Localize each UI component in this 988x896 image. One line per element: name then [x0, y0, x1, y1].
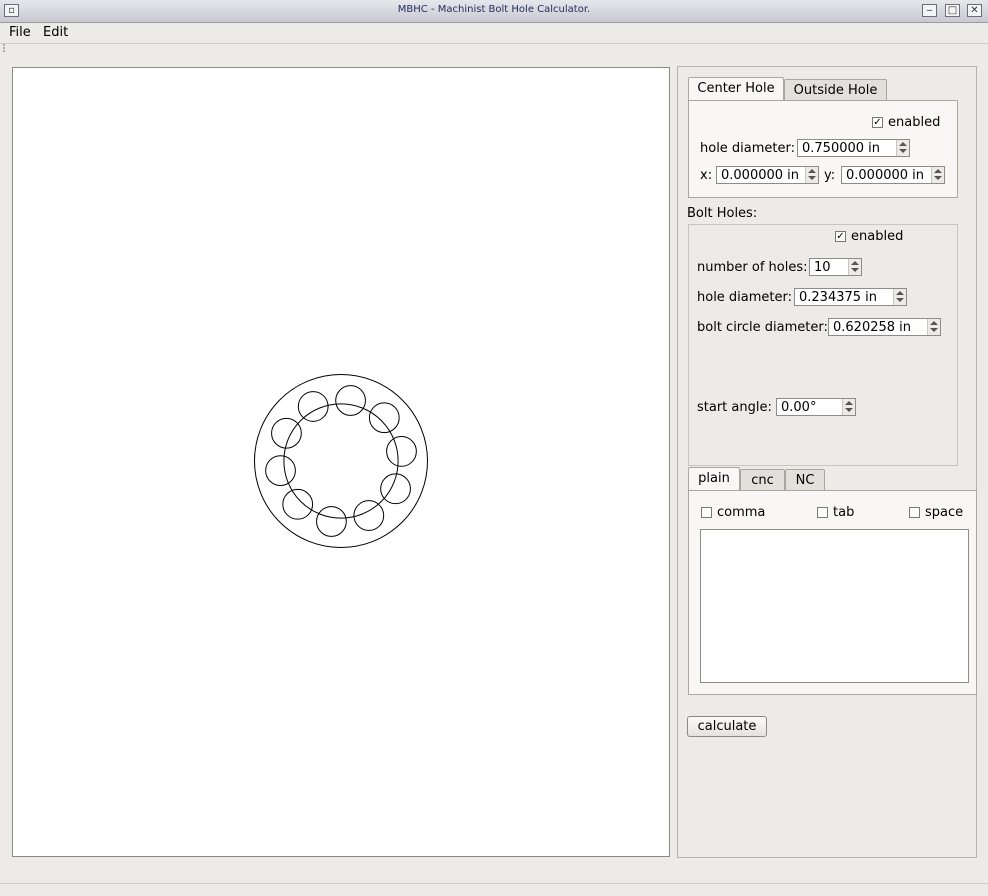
center-y-value: 0.000000 in	[846, 168, 925, 183]
close-icon[interactable]: ✕	[967, 4, 982, 17]
toolbar-grip-icon[interactable]	[3, 44, 13, 52]
center-diameter-label: hole diameter:	[700, 141, 796, 156]
center-x-spinner[interactable]: 0.000000 in	[716, 166, 819, 184]
spin-arrows-icon[interactable]	[931, 167, 944, 183]
start-angle-spinner[interactable]: 0.00°	[776, 398, 856, 416]
maximize-icon[interactable]: □	[945, 4, 960, 17]
tab-checkbox[interactable]	[817, 507, 828, 518]
center-hole-circle	[283, 403, 399, 519]
bolt-circle-label: bolt circle diameter:	[697, 320, 828, 335]
bolt-hole-circle	[368, 402, 400, 434]
output-textarea[interactable]	[700, 529, 969, 683]
window-title: MBHC - Machinist Bolt Hole Calculator.	[397, 4, 591, 15]
center-enabled-checkbox[interactable]: ✓	[872, 117, 883, 128]
bolt-hole-circle	[282, 488, 314, 520]
status-bar	[0, 883, 988, 896]
bolt-count-value: 10	[814, 260, 831, 275]
bolt-hole-circle	[386, 436, 417, 467]
bolt-circle-value: 0.620258 in	[833, 320, 912, 335]
bolt-diameter-value: 0.234375 in	[799, 290, 878, 305]
tab-outside-hole[interactable]: Outside Hole	[784, 79, 887, 101]
bolt-hole-circle	[316, 506, 347, 537]
center-x-label: x:	[700, 168, 713, 183]
center-diameter-spinner[interactable]: 0.750000 in	[797, 139, 910, 157]
spin-arrows-icon[interactable]	[893, 289, 906, 305]
center-x-value: 0.000000 in	[721, 168, 800, 183]
space-checkbox[interactable]	[909, 507, 920, 518]
bolt-enabled-label: enabled	[851, 229, 904, 244]
comma-label: comma	[717, 505, 766, 520]
center-enabled-label: enabled	[888, 115, 941, 130]
bolt-hole-circle	[335, 385, 366, 416]
menu-file[interactable]: File	[9, 25, 31, 40]
bolt-diameter-label: hole diameter:	[697, 290, 793, 305]
bolt-circle-spinner[interactable]: 0.620258 in	[828, 318, 941, 336]
tab-nc[interactable]: NC	[785, 469, 825, 491]
bolt-count-spinner[interactable]: 10	[809, 258, 862, 276]
spin-arrows-icon[interactable]	[842, 399, 855, 415]
comma-checkbox[interactable]	[701, 507, 712, 518]
spin-arrows-icon[interactable]	[927, 319, 940, 335]
start-angle-label: start angle:	[697, 400, 772, 415]
center-y-label: y:	[824, 168, 836, 183]
bolt-count-label: number of holes:	[697, 260, 808, 275]
minimize-icon[interactable]: ‒	[922, 4, 937, 17]
bolt-diameter-spinner[interactable]: 0.234375 in	[794, 288, 907, 306]
menu-edit[interactable]: Edit	[43, 25, 68, 40]
center-diameter-value: 0.750000 in	[802, 141, 881, 156]
center-y-spinner[interactable]: 0.000000 in	[841, 166, 945, 184]
drawing-canvas[interactable]	[12, 67, 670, 857]
tab-plain[interactable]: plain	[688, 467, 740, 491]
bolt-hole-circle	[265, 455, 296, 486]
bolt-pattern-drawing	[254, 374, 428, 548]
spin-arrows-icon[interactable]	[848, 259, 861, 275]
bolt-holes-title: Bolt Holes:	[687, 206, 758, 221]
calculate-button[interactable]: calculate	[687, 716, 767, 737]
outer-circle	[254, 374, 428, 548]
spin-arrows-icon[interactable]	[896, 140, 909, 156]
bolt-enabled-checkbox[interactable]: ✓	[835, 231, 846, 242]
menu-bar: File Edit	[0, 22, 988, 44]
start-angle-value: 0.00°	[781, 400, 817, 415]
tab-cnc[interactable]: cnc	[740, 469, 785, 491]
spin-arrows-icon[interactable]	[805, 167, 818, 183]
space-label: space	[925, 505, 964, 520]
window-titlebar[interactable]: ▫ MBHC - Machinist Bolt Hole Calculator.…	[0, 0, 988, 23]
tab-center-hole[interactable]: Center Hole	[688, 77, 784, 101]
tab-label: tab	[833, 505, 855, 520]
